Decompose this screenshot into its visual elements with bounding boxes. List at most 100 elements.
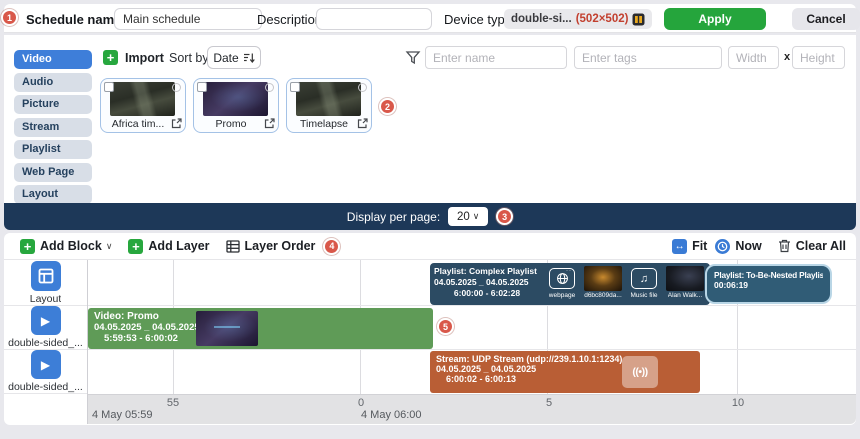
video-thumbnail [110, 82, 175, 116]
block-nested-playlist[interactable]: Playlist: To-Be-Nested Playlist 00:06:19 [705, 264, 832, 304]
filter-width-input[interactable] [728, 46, 779, 69]
filter-name-input[interactable] [425, 46, 567, 69]
row-separator [88, 305, 856, 306]
sidebar-item-picture[interactable]: Picture [14, 95, 92, 114]
annotation-badge-3: 3 [496, 208, 513, 225]
timeline-view-controls: ↔ Fit Now Cle [672, 239, 846, 254]
open-external-icon[interactable] [357, 118, 368, 129]
axis-tick: 10 [732, 397, 744, 409]
sidebar-item-webpage[interactable]: Web Page [14, 163, 92, 182]
sidebar-item-audio[interactable]: Audio [14, 73, 92, 92]
media-card-africa[interactable]: Africa tim... [100, 78, 186, 133]
sort-by-label: Sort by [169, 51, 209, 65]
topbar: Schedule name Description Device type do… [4, 4, 856, 33]
schedule-name-input[interactable] [114, 8, 262, 30]
import-button[interactable]: Import [125, 51, 164, 65]
sidebar-item-video[interactable]: Video [14, 50, 92, 69]
thumb-caption: webpage [549, 292, 575, 299]
time-axis: 55 0 5 10 4 May 05:59 4 May 06:00 [88, 394, 856, 424]
per-page-select[interactable]: 20 ∨ [448, 207, 488, 226]
layer-order-grid-icon[interactable] [226, 240, 240, 253]
block-video-promo[interactable]: Video: Promo 04.05.2025 _ 04.05.2025 5:5… [88, 308, 433, 349]
open-external-icon[interactable] [171, 118, 182, 129]
layer-order-button[interactable]: Layer Order [245, 239, 316, 253]
layer-row-side2[interactable]: ▶ double-sided_... [4, 350, 87, 394]
playlist-item-video: Alan Walk... [666, 266, 704, 302]
card-checkbox[interactable] [104, 82, 114, 92]
now-button[interactable]: Now [735, 239, 761, 253]
add-block-plus-icon[interactable]: + [20, 239, 35, 254]
block-duration: 00:06:19 [714, 280, 823, 290]
playlist-item-webpage: ·· webpage [543, 266, 581, 302]
thumb-caption: Music file [630, 292, 657, 299]
playlist-item-image: d6bc809da... [584, 266, 622, 302]
add-block-button[interactable]: Add Block [40, 239, 102, 253]
block-title: Video: Promo [94, 311, 427, 322]
filter-height-input[interactable] [792, 46, 845, 69]
sidebar-item-layout[interactable]: Layout [14, 185, 92, 204]
play-icon: ▶ [31, 306, 61, 335]
layout-icon [31, 261, 61, 291]
rail-axis-cell [4, 394, 87, 423]
schedule-name-label: Schedule name [26, 12, 121, 27]
fit-button[interactable]: Fit [692, 239, 707, 253]
apply-button[interactable]: Apply [664, 8, 766, 30]
media-card-timelapse[interactable]: Timelapse [286, 78, 372, 133]
playlist-item-music: ♫ Music file [625, 266, 663, 302]
device-type-label: Device type [444, 12, 512, 27]
timeline-grid[interactable]: Layout ▶ double-sided_... ▶ double-sided… [4, 260, 856, 424]
trash-icon[interactable] [778, 239, 791, 253]
layer-row-layout[interactable]: Layout [4, 260, 87, 306]
axis-tick: 5 [546, 397, 552, 409]
pagination-bar: Display per page: 20 ∨ 3 [4, 203, 856, 230]
card-info-icon [358, 83, 367, 92]
add-layer-button[interactable]: Add Layer [148, 239, 209, 253]
device-type-value[interactable]: double-si... (502×502) [504, 9, 652, 29]
add-layer-plus-icon[interactable]: + [128, 239, 143, 254]
timeline-toolbar: + Add Block ∨ + Add Layer Layer Order 4 … [4, 233, 856, 260]
row-separator [88, 349, 856, 350]
cancel-button[interactable]: Cancel [792, 8, 860, 30]
block-dates: 04.05.2025 _ 04.05.2025 [94, 322, 427, 333]
clear-all-button[interactable]: Clear All [796, 239, 846, 253]
per-page-value: 20 [457, 211, 470, 223]
sort-value: Date [213, 51, 238, 65]
media-card-promo[interactable]: Promo [193, 78, 279, 133]
block-complex-playlist[interactable]: Playlist: Complex Playlist 04.05.2025 _ … [430, 263, 710, 305]
card-info-icon [265, 83, 274, 92]
block-dates: 04.05.2025 _ 04.05.2025 [434, 277, 540, 288]
axis-tick: 0 [358, 397, 364, 409]
layer-label: Layout [30, 293, 62, 305]
import-plus-icon[interactable]: + [103, 50, 118, 65]
card-checkbox[interactable] [197, 82, 207, 92]
axis-date: 4 May 06:00 [361, 409, 422, 421]
filter-tags-input[interactable] [574, 46, 722, 69]
block-times: 5:59:53 - 6:00:02 [94, 333, 427, 344]
filter-funnel-icon[interactable] [405, 50, 421, 66]
globe-icon: ·· [549, 268, 575, 289]
fit-icon[interactable]: ↔ [672, 239, 687, 254]
open-external-icon[interactable] [264, 118, 275, 129]
description-input[interactable] [316, 8, 432, 30]
device-type-name: double-si... [511, 13, 572, 25]
sidebar-item-stream[interactable]: Stream [14, 118, 92, 137]
annotation-badge-2: 2 [379, 98, 396, 115]
annotation-badge-4: 4 [323, 238, 340, 255]
axis-date: 4 May 05:59 [92, 409, 153, 421]
schedule-editor: Schedule name Description Device type do… [0, 0, 860, 439]
sort-value-button[interactable]: Date [207, 46, 261, 69]
layer-row-side1[interactable]: ▶ double-sided_... [4, 306, 87, 350]
block-text: Playlist: Complex Playlist 04.05.2025 _ … [434, 266, 540, 302]
chevron-down-icon[interactable]: ∨ [106, 241, 113, 252]
now-clock-icon[interactable] [715, 239, 730, 254]
card-name: Timelapse [291, 118, 357, 130]
block-title: Playlist: To-Be-Nested Playlist [714, 270, 823, 280]
block-udp-stream[interactable]: Stream: UDP Stream (udp://239.1.10.1:123… [430, 351, 700, 393]
sidebar-item-playlist[interactable]: Playlist [14, 140, 92, 159]
description-label: Description [257, 12, 322, 27]
video-thumbnail [196, 311, 258, 346]
card-name: Promo [198, 118, 264, 130]
block-title: Playlist: Complex Playlist [434, 266, 540, 277]
card-name: Africa tim... [105, 118, 171, 130]
card-checkbox[interactable] [290, 82, 300, 92]
